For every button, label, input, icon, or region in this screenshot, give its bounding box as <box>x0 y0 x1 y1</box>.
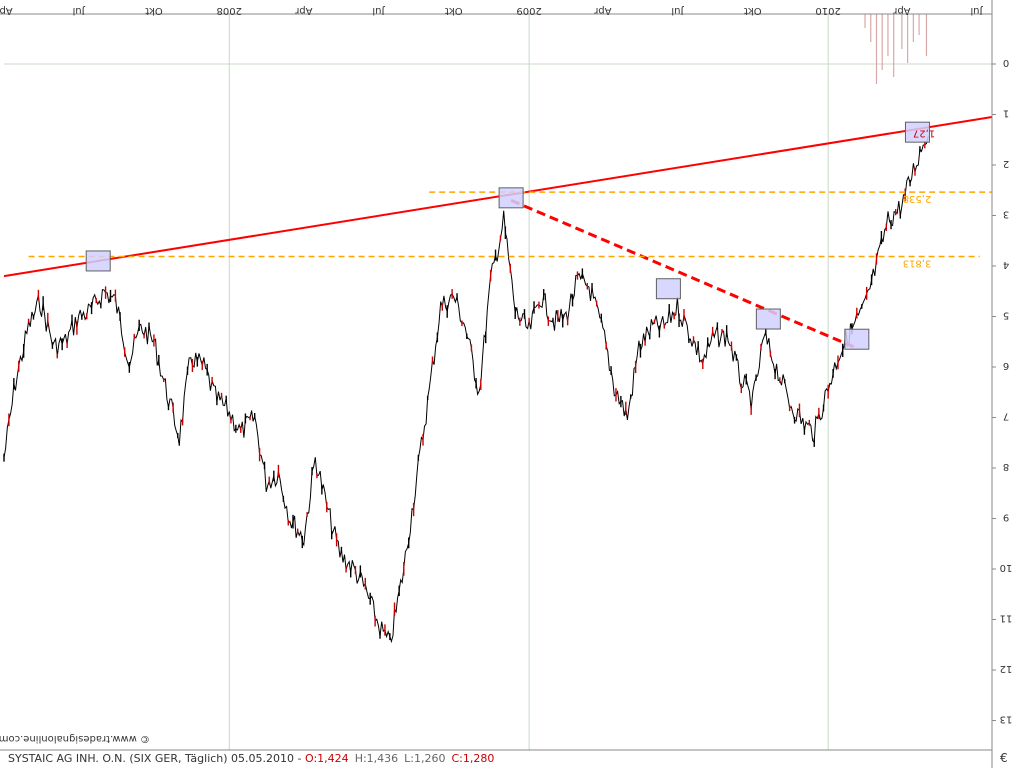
ohlc-high: H:1,436 <box>355 752 398 765</box>
y-tick-label: 11 <box>1000 613 1013 624</box>
x-tick-label: Okt <box>744 5 762 16</box>
y-tick-label: 7 <box>1003 411 1009 422</box>
resistance-value-label: 2,538 <box>903 193 932 204</box>
x-tick-label: Jul <box>372 5 385 16</box>
pivot-marker[interactable] <box>755 308 781 330</box>
pivot-marker[interactable] <box>844 328 870 350</box>
last-price-label: 1,27 <box>913 128 935 139</box>
x-tick-label: Okt <box>145 5 163 16</box>
x-tick-label: Apr <box>294 5 312 16</box>
x-tick-label: Jul <box>970 5 983 16</box>
ohlc-low: L:1,260 <box>404 752 445 765</box>
instrument-label: SYSTAIC AG INH. O.N. (SIX GER, Täglich) … <box>8 752 305 765</box>
x-tick-label: Jul <box>671 5 684 16</box>
y-tick-label: 1 <box>1003 108 1009 119</box>
resistance-value-label: 3,813 <box>903 258 932 269</box>
ohlc-close: C:1,280 <box>451 752 494 765</box>
y-tick-label: 8 <box>1003 461 1009 472</box>
x-tick-label: Jul <box>73 5 86 16</box>
x-tick-label: 2008 <box>217 5 242 16</box>
x-tick-label: Apr <box>0 5 13 16</box>
watermark: © www.tradesignalonline.com <box>0 733 150 744</box>
pivot-marker[interactable] <box>85 250 111 272</box>
x-tick-label: Apr <box>593 5 611 16</box>
currency-label: € <box>1000 751 1008 765</box>
x-tick-label: 2009 <box>516 5 541 16</box>
pivot-marker[interactable] <box>498 187 524 209</box>
footer-info: SYSTAIC AG INH. O.N. (SIX GER, Täglich) … <box>8 752 494 765</box>
y-tick-label: 10 <box>1000 562 1013 573</box>
price-chart[interactable]: 2,538 3,813 1,27 Apr Jul Okt 2008 Apr Jul Okt 200… <box>0 0 1024 768</box>
x-tick-label: 2010 <box>815 5 840 16</box>
y-tick-label: 5 <box>1003 310 1009 321</box>
ohlc-open: O:1,424 <box>305 752 349 765</box>
y-tick-label: 3 <box>1003 209 1009 220</box>
y-tick-label: 6 <box>1003 360 1009 371</box>
chart-background <box>0 0 1024 768</box>
y-tick-label: 2 <box>1003 158 1009 169</box>
y-tick-label: 4 <box>1003 259 1009 270</box>
x-tick-label: Okt <box>445 5 463 16</box>
y-tick-label: 12 <box>1000 663 1013 674</box>
svg-text:SYSTAIC AG INH. O.N. (SIX GER,: SYSTAIC AG INH. O.N. (SIX GER, Täglich) … <box>8 752 494 765</box>
x-tick-label: Apr <box>892 5 910 16</box>
y-tick-label: 13 <box>1000 714 1013 725</box>
pivot-marker[interactable] <box>655 278 681 300</box>
y-tick-label: 9 <box>1003 512 1009 523</box>
y-tick-label: 0 <box>1003 57 1009 68</box>
stock-chart-window: 2,538 3,813 1,27 Apr Jul Okt 2008 Apr Jul Okt 200… <box>0 0 1024 768</box>
